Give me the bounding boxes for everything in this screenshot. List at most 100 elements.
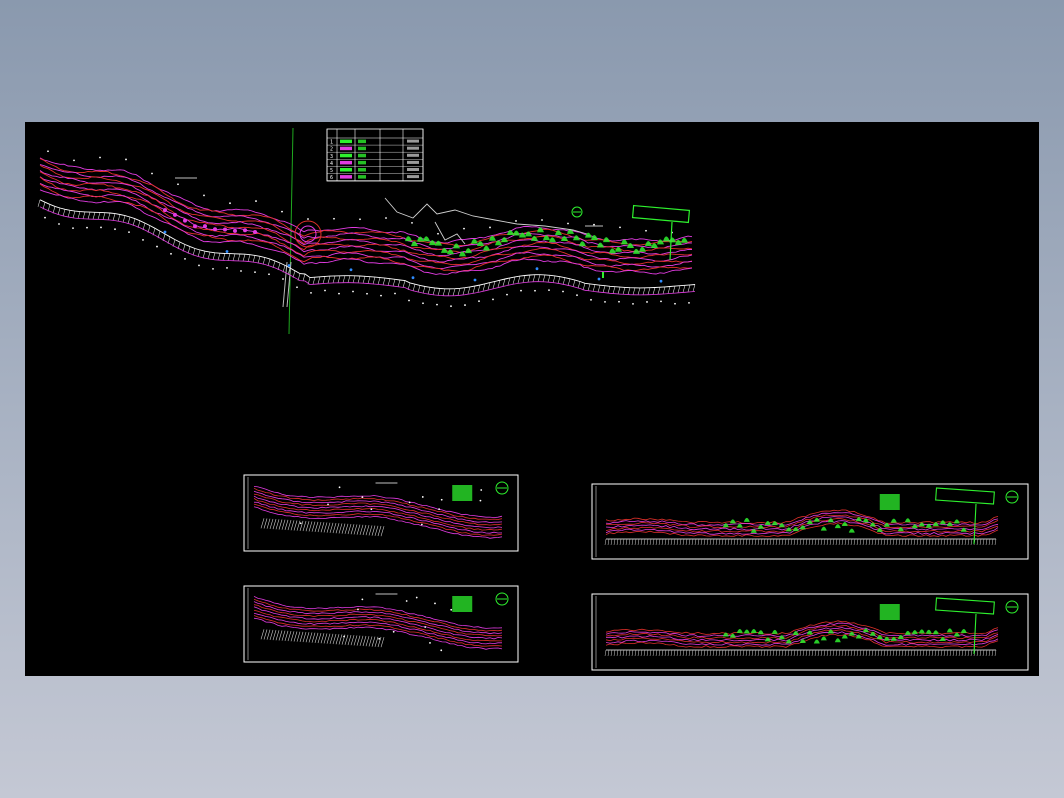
survey-point (385, 217, 387, 219)
road-hatch (778, 649, 781, 657)
survey-point (420, 523, 423, 526)
legend-row-number: 4 (330, 161, 333, 167)
vegetation-patch (405, 236, 412, 242)
sheet-2 (243, 585, 519, 663)
cad-drawing-canvas[interactable]: 123456 (25, 122, 1039, 676)
road-hatch (655, 538, 658, 546)
survey-point (378, 637, 381, 640)
road-hatch (472, 285, 476, 294)
survey-point (660, 300, 662, 303)
survey-point (58, 223, 60, 225)
road-hatch (302, 520, 307, 532)
road-hatch (781, 538, 784, 546)
legend-swatch (340, 146, 352, 151)
road-hatch (934, 538, 937, 546)
vegetation-patch (960, 629, 967, 634)
road-hatch (970, 538, 973, 546)
road-hatch (619, 538, 622, 546)
road-hatch (278, 630, 283, 641)
road-hatch (242, 254, 246, 262)
road-hatch (850, 649, 853, 657)
vegetation-patch (932, 630, 939, 635)
cad-drawing-viewport[interactable]: 123456 (25, 122, 1039, 676)
road-hatch (700, 538, 703, 546)
road-hatch (132, 218, 136, 226)
road-hatch (467, 286, 471, 295)
road-hatch (898, 538, 901, 546)
road-hatch (263, 518, 268, 529)
road-hatch (868, 649, 871, 657)
survey-point (424, 626, 427, 628)
survey-point (86, 226, 88, 229)
survey-point (520, 289, 522, 292)
road-hatch (790, 649, 793, 657)
road-hatch (841, 649, 844, 657)
survey-point (411, 221, 413, 224)
road-hatch (745, 649, 748, 657)
road-hatch (82, 211, 86, 219)
road-hatch (290, 631, 295, 642)
survey-point (142, 239, 144, 241)
vegetation-patch (243, 228, 247, 233)
road-hatch (919, 649, 922, 657)
road-hatch (617, 287, 621, 295)
survey-point (408, 299, 410, 302)
road-hatch (922, 649, 925, 657)
road-hatch (895, 649, 898, 657)
vegetation-patch (423, 236, 430, 242)
survey-point (429, 642, 431, 644)
survey-point (203, 194, 205, 197)
road-hatch (979, 538, 982, 546)
legend-row-number: 1 (330, 140, 333, 146)
contour-line (39, 183, 693, 273)
road-hatch (613, 538, 616, 546)
survey-point (226, 267, 228, 269)
road-hatch (537, 274, 541, 282)
road-hatch (799, 538, 802, 546)
road-hatch (907, 538, 910, 546)
survey-point (357, 608, 359, 611)
road-hatch (616, 538, 619, 546)
road-hatch (976, 649, 979, 657)
road-hatch (661, 538, 664, 546)
road-hatch (87, 212, 91, 220)
road-hatch (260, 629, 265, 640)
road-hatch (572, 280, 576, 288)
survey-point (338, 292, 340, 295)
sheet-1 (243, 474, 519, 552)
road-hatch (913, 538, 916, 546)
road-hatch (362, 524, 367, 536)
road-hatch (374, 636, 379, 647)
sheet-legend (452, 485, 473, 501)
road-hatch (898, 649, 901, 657)
survey-point (392, 630, 395, 633)
road-hatch (838, 538, 841, 546)
legend-swatch (340, 139, 352, 144)
road-hatch (661, 649, 664, 657)
vegetation-patch (549, 237, 556, 243)
road-hatch (757, 649, 760, 657)
road-hatch (602, 285, 606, 293)
survey-point (576, 294, 578, 297)
road-hatch (627, 287, 631, 295)
sheet-legend (879, 604, 900, 620)
road-hatch (934, 649, 937, 657)
survey-point (240, 270, 242, 272)
road-hatch (796, 649, 799, 657)
vegetation-patch (483, 245, 490, 251)
legend-note (407, 160, 419, 164)
vegetation-patch (597, 242, 604, 248)
legend-swatch (358, 160, 366, 165)
legend-swatch (340, 175, 352, 179)
road-hatch (847, 538, 850, 546)
road-hatch (994, 649, 997, 657)
road-hatch (616, 649, 619, 657)
road-hatch (682, 649, 685, 657)
road-hatch (700, 649, 703, 657)
road-hatch (362, 276, 366, 284)
road-hatch (305, 632, 310, 643)
road-hatch (958, 538, 961, 546)
road-hatch (799, 649, 802, 657)
road-hatch (217, 253, 221, 261)
survey-point (541, 219, 543, 221)
